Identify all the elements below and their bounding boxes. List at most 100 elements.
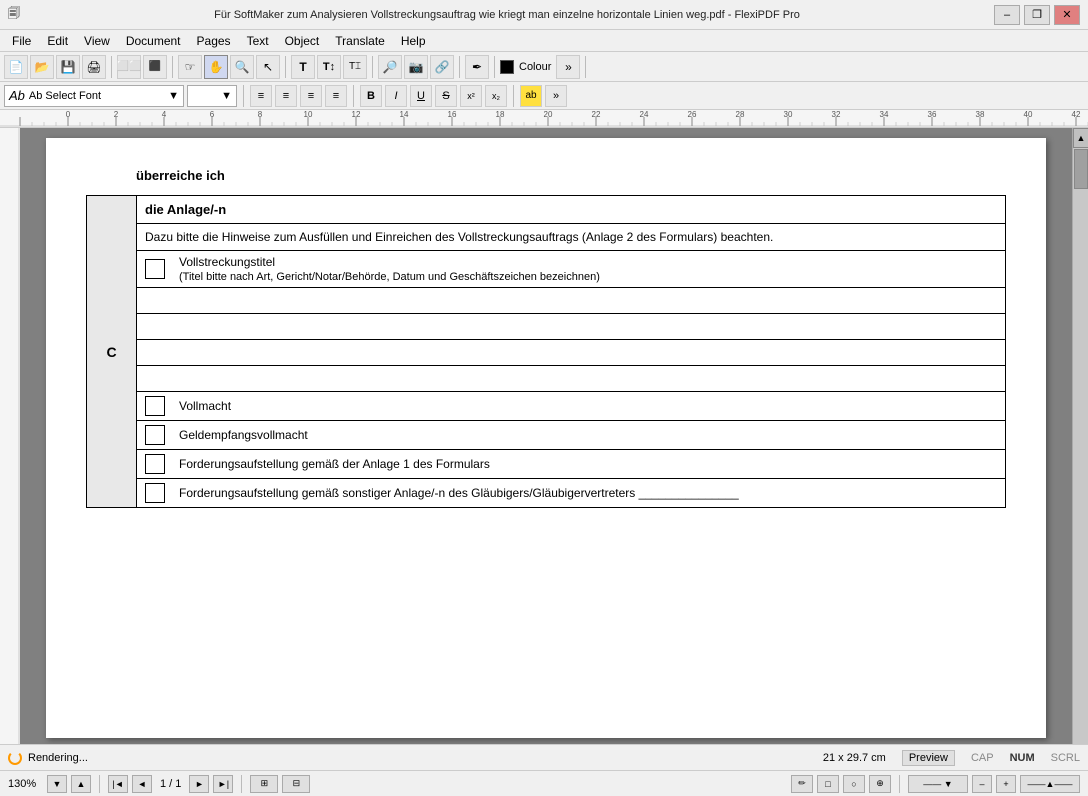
menu-item-pages[interactable]: Pages	[189, 32, 239, 50]
last-page-btn[interactable]: ►|	[213, 775, 233, 793]
section-note: Dazu bitte die Hinweise zum Ausfüllen un…	[137, 224, 1005, 251]
bold-btn[interactable]: B	[360, 85, 382, 107]
vertical-scrollbar[interactable]: ▲	[1072, 128, 1088, 744]
camera-btn[interactable]: 📷	[404, 55, 428, 79]
close-button[interactable]: ✕	[1054, 5, 1080, 25]
align-right-btn[interactable]: ≡	[300, 85, 322, 107]
copy-button[interactable]: ⬜⬜	[117, 55, 141, 79]
menu-item-file[interactable]: File	[4, 32, 39, 50]
highlight-btn[interactable]: ab	[520, 85, 542, 107]
font-select-label: Ab Select Font	[29, 90, 168, 102]
menu-item-document[interactable]: Document	[118, 32, 189, 50]
separator6	[494, 56, 495, 78]
menu-item-object[interactable]: Object	[277, 32, 328, 50]
checkbox-geldempfang[interactable]	[145, 425, 165, 445]
more-btn[interactable]: »	[545, 85, 567, 107]
align-justify-btn[interactable]: ≡	[325, 85, 347, 107]
checkbox-forderung1[interactable]	[145, 454, 165, 474]
fit-page-btn[interactable]: ⊞	[250, 775, 278, 793]
empty-row-1	[137, 288, 1005, 314]
separator5	[459, 56, 460, 78]
italic-btn[interactable]: I	[385, 85, 407, 107]
link-btn[interactable]: 🔗	[430, 55, 454, 79]
colour-expand[interactable]: »	[556, 55, 580, 79]
window-title: Für SoftMaker zum Analysieren Vollstreck…	[20, 9, 994, 21]
minimize-button[interactable]: –	[994, 5, 1020, 25]
scrl-indicator: SCRL	[1051, 752, 1080, 764]
hand-tool[interactable]: ✋	[204, 55, 228, 79]
scroll-thumb[interactable]	[1074, 149, 1088, 189]
save-button[interactable]: 💾	[56, 55, 80, 79]
plus-btn[interactable]: +	[996, 775, 1016, 793]
zoom-down-btn[interactable]: ▼	[47, 775, 67, 793]
print-button[interactable]: 🖨	[82, 55, 106, 79]
font-dropdown-arrow: ▼	[168, 90, 179, 102]
select-tool[interactable]: ☞	[178, 55, 202, 79]
annotation-btn[interactable]: ✏	[791, 775, 813, 793]
colour-box[interactable]	[500, 60, 514, 74]
strikethrough-btn[interactable]: S	[435, 85, 457, 107]
zoom-up-btn[interactable]: ▲	[71, 775, 91, 793]
pointer-tool[interactable]: ↖	[256, 55, 280, 79]
statusbar-right: 21 x 29.7 cm Preview CAP NUM SCRL	[823, 750, 1080, 766]
svg-text:16: 16	[448, 110, 457, 119]
svg-text:36: 36	[928, 110, 937, 119]
minus-btn[interactable]: –	[972, 775, 992, 793]
search-tool[interactable]: 🔍	[230, 55, 254, 79]
menu-item-view[interactable]: View	[76, 32, 118, 50]
separator1	[111, 56, 112, 78]
underline-btn[interactable]: U	[410, 85, 432, 107]
restore-button[interactable]: ❐	[1024, 5, 1050, 25]
menu-item-text[interactable]: Text	[239, 32, 277, 50]
prev-page-btn[interactable]: ◄	[132, 775, 152, 793]
num-indicator: NUM	[1010, 752, 1035, 764]
caps-indicator: CAP	[971, 752, 994, 764]
circle-btn[interactable]: ○	[843, 775, 865, 793]
menu-item-edit[interactable]: Edit	[39, 32, 76, 50]
svg-text:4: 4	[162, 110, 167, 119]
text-tool[interactable]: T	[291, 55, 315, 79]
menu-item-translate[interactable]: Translate	[327, 32, 393, 50]
rectangle-btn[interactable]: □	[817, 775, 839, 793]
paste-button[interactable]: ⬛	[143, 55, 167, 79]
separator2	[172, 56, 173, 78]
menubar: FileEditViewDocumentPagesTextObjectTrans…	[0, 30, 1088, 52]
stamp-btn[interactable]: ⊕	[869, 775, 891, 793]
font-select[interactable]: Ab Ab Select Font ▼	[4, 85, 184, 107]
font-size-select[interactable]: ▼	[187, 85, 237, 107]
zoom-out[interactable]: 🔎	[378, 55, 402, 79]
svg-text:22: 22	[592, 110, 601, 119]
row-vollmacht: Vollmacht	[137, 392, 1005, 421]
fit-width-btn[interactable]: ⊟	[282, 775, 310, 793]
align-center-btn[interactable]: ≡	[275, 85, 297, 107]
svg-text:42: 42	[1072, 110, 1081, 119]
menu-item-help[interactable]: Help	[393, 32, 434, 50]
new-button[interactable]: 📄	[4, 55, 28, 79]
text-tool3[interactable]: T⌶	[343, 55, 367, 79]
checkbox-forderung2[interactable]	[145, 483, 165, 503]
open-button[interactable]: 📂	[30, 55, 54, 79]
text-geldempfang: Geldempfangsvollmacht	[173, 424, 314, 446]
line-tool-btn[interactable]: —— ▼	[908, 775, 968, 793]
document-area[interactable]: überreiche ich C die Anlage/-n Dazu bitt…	[20, 128, 1072, 744]
checkbox-vollmacht[interactable]	[145, 396, 165, 416]
svg-text:40: 40	[1024, 110, 1033, 119]
statusbar: Rendering... 21 x 29.7 cm Preview CAP NU…	[0, 744, 1088, 770]
row-geldempfang: Geldempfangsvollmacht	[137, 421, 1005, 450]
row-vollstreckungstitel: Vollstreckungstitel (Titel bitte nach Ar…	[137, 251, 1005, 288]
intro-text: überreiche ich	[136, 168, 1006, 183]
superscript-btn[interactable]: x²	[460, 85, 482, 107]
scroll-up-btn[interactable]: ▲	[1073, 128, 1088, 148]
svg-text:30: 30	[784, 110, 793, 119]
text-tool2[interactable]: T↕	[317, 55, 341, 79]
text-vollmacht: Vollmacht	[173, 395, 237, 417]
font-size-arrow: ▼	[221, 90, 232, 102]
pen-btn[interactable]: ✒	[465, 55, 489, 79]
align-left-btn[interactable]: ≡	[250, 85, 272, 107]
empty-row-4	[137, 366, 1005, 392]
first-page-btn[interactable]: |◄	[108, 775, 128, 793]
zoom-slider-btn[interactable]: ——▲——	[1020, 775, 1080, 793]
checkbox-vollstreckungstitel[interactable]	[145, 259, 165, 279]
subscript-btn[interactable]: x₂	[485, 85, 507, 107]
next-page-btn[interactable]: ►	[189, 775, 209, 793]
